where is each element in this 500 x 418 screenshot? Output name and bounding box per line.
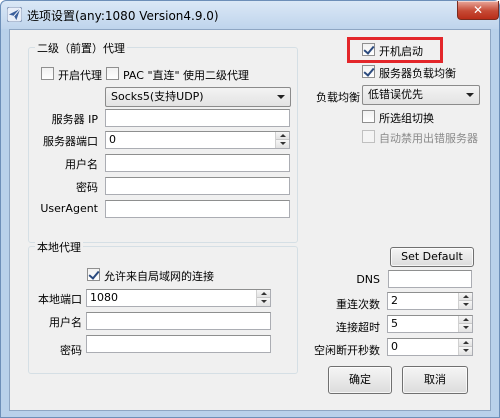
- proxy-username-input[interactable]: [105, 154, 290, 172]
- idle-label: 空闲断开秒数: [314, 344, 380, 357]
- local-port-stepper[interactable]: 1080: [86, 289, 271, 307]
- auto-disable-label: 自动禁用出错服务器: [379, 132, 478, 145]
- pac-direct-label: PAC "直连" 使用二级代理: [123, 69, 250, 82]
- chevron-down-icon: [277, 95, 285, 99]
- cancel-button[interactable]: 取消: [402, 366, 468, 394]
- load-balance-label: 服务器负载均衡: [379, 67, 456, 80]
- title-bar[interactable]: 选项设置(any:1080 Version4.9.0) ✕: [1, 1, 499, 29]
- spin-down-icon[interactable]: [459, 347, 472, 355]
- spin-down-icon[interactable]: [276, 140, 289, 148]
- paper-plane-icon: [7, 7, 22, 22]
- close-icon: ✕: [472, 3, 484, 17]
- pac-direct-checkbox[interactable]: [106, 67, 119, 80]
- proxy-username-label: 用户名: [65, 158, 98, 171]
- enable-proxy-label: 开启代理: [58, 69, 102, 82]
- spin-up-icon[interactable]: [257, 290, 270, 298]
- autostart-checkbox[interactable]: [362, 43, 375, 56]
- local-password-label: 密码: [60, 344, 82, 357]
- server-port-value: 0: [109, 133, 116, 146]
- spin-down-icon[interactable]: [459, 324, 472, 332]
- stepper-arrows[interactable]: [458, 316, 472, 332]
- server-port-label: 服务器端口: [43, 135, 98, 148]
- window-title: 选项设置(any:1080 Version4.9.0): [27, 9, 219, 23]
- secondary-proxy-group-title: 二级（前置）代理: [35, 40, 127, 56]
- spin-up-icon[interactable]: [276, 132, 289, 140]
- dns-label: DNS: [356, 273, 380, 286]
- load-balance-checkbox[interactable]: [362, 65, 375, 78]
- spin-up-icon[interactable]: [459, 293, 472, 301]
- dns-input[interactable]: [388, 270, 472, 288]
- protocol-select[interactable]: Socks5(支持UDP): [105, 87, 291, 107]
- idle-value: 0: [391, 340, 398, 353]
- spin-down-icon[interactable]: [257, 298, 270, 306]
- chevron-down-icon: [466, 93, 474, 97]
- balance-mode-value: 低错误优先: [368, 88, 423, 101]
- settings-window: 选项设置(any:1080 Version4.9.0) ✕ 二级（前置）代理 开…: [0, 0, 500, 418]
- idle-stepper[interactable]: 0: [387, 338, 473, 356]
- spin-down-icon[interactable]: [459, 301, 472, 309]
- group-switch-checkbox[interactable]: [362, 110, 375, 123]
- stepper-arrows[interactable]: [256, 290, 270, 306]
- balance-mode-label: 负载均衡: [316, 91, 360, 104]
- server-ip-input[interactable]: [105, 109, 290, 127]
- timeout-stepper[interactable]: 5: [387, 315, 473, 333]
- retry-label: 重连次数: [336, 298, 380, 311]
- allow-lan-label: 允许来自局域网的连接: [104, 270, 214, 283]
- proxy-password-label: 密码: [76, 181, 98, 194]
- server-port-stepper[interactable]: 0: [105, 131, 290, 149]
- stepper-arrows[interactable]: [275, 132, 289, 148]
- local-port-label: 本地端口: [38, 293, 82, 306]
- protocol-select-value: Socks5(支持UDP): [111, 90, 204, 103]
- spin-up-icon[interactable]: [459, 339, 472, 347]
- autostart-label: 开机启动: [379, 45, 423, 58]
- group-switch-label: 所选组切换: [379, 112, 434, 125]
- auto-disable-checkbox[interactable]: [362, 130, 375, 143]
- local-proxy-group-title: 本地代理: [35, 239, 83, 255]
- enable-proxy-checkbox[interactable]: [41, 67, 54, 80]
- local-username-label: 用户名: [49, 316, 82, 329]
- timeout-label: 连接超时: [336, 321, 380, 334]
- ok-button[interactable]: 确定: [328, 366, 392, 394]
- dialog-client-area: 二级（前置）代理 开启代理 PAC "直连" 使用二级代理 Socks5(支持U…: [9, 29, 491, 411]
- timeout-value: 5: [391, 317, 398, 330]
- stepper-arrows[interactable]: [458, 339, 472, 355]
- set-default-button[interactable]: Set Default: [390, 247, 474, 267]
- local-password-input[interactable]: [86, 335, 271, 353]
- close-button[interactable]: ✕: [457, 1, 499, 20]
- retry-value: 2: [391, 294, 398, 307]
- spin-up-icon[interactable]: [459, 316, 472, 324]
- local-port-value: 1080: [90, 291, 118, 304]
- allow-lan-checkbox[interactable]: [87, 268, 100, 281]
- retry-stepper[interactable]: 2: [387, 292, 473, 310]
- useragent-label: UserAgent: [40, 202, 98, 215]
- useragent-input[interactable]: [105, 200, 290, 218]
- proxy-password-input[interactable]: [105, 177, 290, 195]
- balance-mode-select[interactable]: 低错误优先: [362, 85, 480, 105]
- server-ip-label: 服务器 IP: [51, 113, 98, 126]
- local-username-input[interactable]: [86, 312, 271, 330]
- stepper-arrows[interactable]: [458, 293, 472, 309]
